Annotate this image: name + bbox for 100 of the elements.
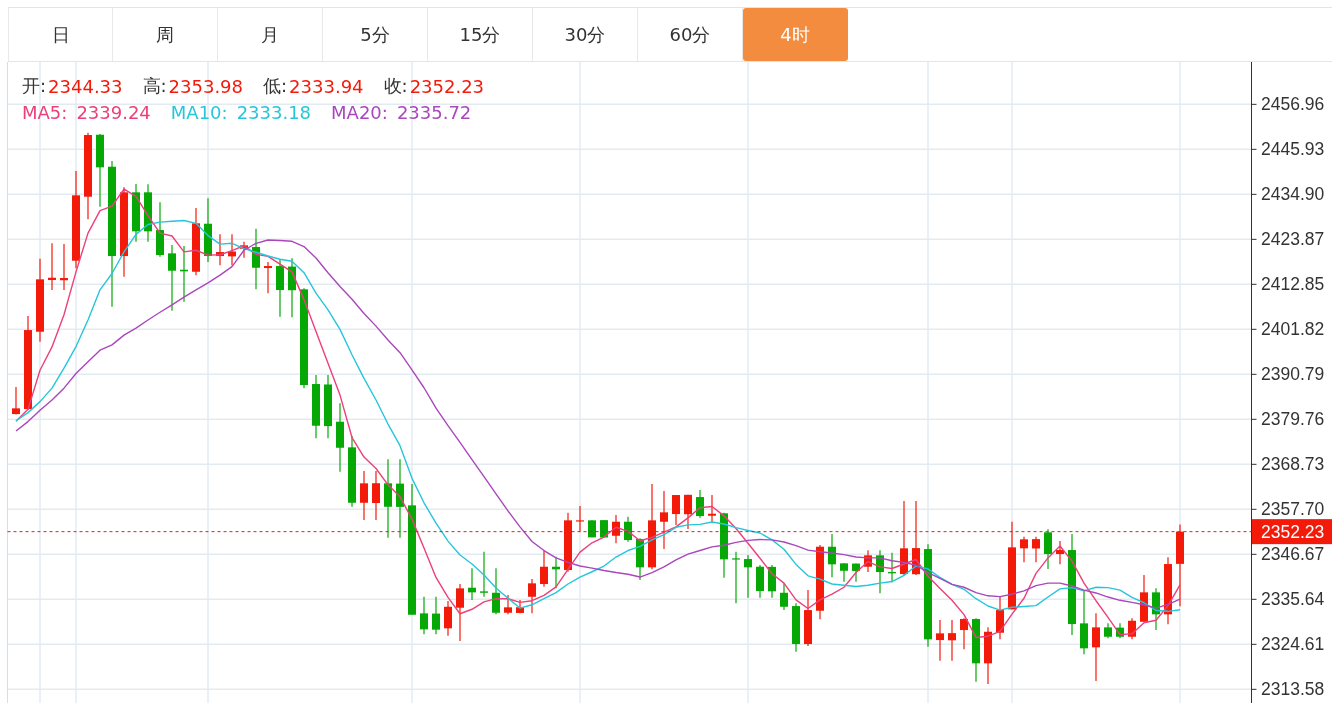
- candle: [660, 490, 668, 550]
- ma-value: 2335.72: [396, 101, 472, 123]
- candle: [768, 564, 776, 599]
- price-value: 2352.23: [409, 75, 485, 97]
- candle: [1116, 622, 1124, 639]
- timeframe-tab[interactable]: 日: [8, 8, 113, 61]
- candle: [228, 233, 236, 266]
- candle: [480, 551, 488, 598]
- candle: [1128, 617, 1136, 640]
- candle: [552, 556, 560, 589]
- axis-label: 2412.85: [1261, 274, 1325, 295]
- ma-value: 2339.24: [76, 101, 151, 123]
- ma-value: 2333.18: [236, 101, 312, 123]
- price-value: 2333.94: [289, 75, 364, 97]
- candle: [1104, 622, 1112, 639]
- candle: [624, 516, 632, 543]
- candle: [708, 494, 716, 523]
- candle: [684, 494, 692, 530]
- candle: [540, 549, 548, 588]
- candle: [516, 599, 524, 614]
- candle: [996, 595, 1004, 640]
- candle: [432, 596, 440, 635]
- candle: [216, 233, 224, 266]
- candle: [1164, 556, 1172, 625]
- candle: [828, 533, 836, 578]
- candle: [672, 494, 680, 526]
- price-label: 低:: [263, 74, 288, 98]
- candle: [984, 626, 992, 685]
- candle: [804, 589, 812, 647]
- candle: [180, 245, 188, 303]
- candle: [144, 183, 152, 243]
- candle: [240, 241, 248, 259]
- candle: [336, 402, 344, 473]
- axis-label: 2390.79: [1261, 364, 1325, 385]
- axis-label: 2379.76: [1261, 409, 1325, 430]
- candle: [792, 602, 800, 653]
- candle: [1044, 528, 1052, 570]
- price-label: 高:: [142, 74, 167, 98]
- price-value: 2353.98: [168, 75, 244, 97]
- candle: [864, 549, 872, 573]
- candle: [252, 228, 260, 290]
- candle: [600, 519, 608, 539]
- candle: [12, 386, 20, 416]
- axis-label: 2456.96: [1261, 94, 1325, 115]
- candle: [636, 537, 644, 581]
- candle: [192, 207, 200, 276]
- price-label: 开:: [22, 74, 47, 98]
- candle: [1152, 587, 1160, 631]
- candle: [588, 519, 596, 538]
- candle: [576, 505, 584, 533]
- candle: [1020, 536, 1028, 563]
- candle: [1092, 612, 1100, 682]
- ma-label: MA5:: [22, 101, 68, 123]
- candle: [444, 600, 452, 637]
- candle: [312, 374, 320, 439]
- candle: [744, 554, 752, 599]
- ma-label: MA10:: [170, 101, 228, 123]
- axis-label: 2445.93: [1261, 139, 1325, 160]
- candle: [504, 594, 512, 615]
- candle: [780, 582, 788, 611]
- axis-label: 2335.64: [1261, 589, 1325, 610]
- candle: [888, 552, 896, 583]
- candle: [420, 596, 428, 635]
- candle: [204, 197, 212, 263]
- candle: [276, 258, 284, 318]
- candle: [492, 567, 500, 615]
- axis-label: 2434.90: [1261, 184, 1325, 205]
- candle: [48, 242, 56, 291]
- candle: [720, 512, 728, 579]
- candle: [732, 551, 740, 604]
- candle: [528, 578, 536, 614]
- candle: [264, 261, 272, 294]
- candle: [948, 619, 956, 662]
- axis-label: 2423.87: [1261, 229, 1325, 250]
- candle: [456, 583, 464, 642]
- candle: [324, 374, 332, 439]
- axis-label: 2368.73: [1261, 454, 1325, 475]
- candle: [168, 244, 176, 312]
- candle: [132, 183, 140, 243]
- axis-label: 2346.67: [1261, 544, 1325, 565]
- ma-label: MA20:: [331, 101, 388, 123]
- candle: [360, 470, 368, 521]
- axis-label: 2313.58: [1261, 679, 1325, 700]
- axis-label: 2324.61: [1261, 634, 1325, 655]
- candle: [1056, 540, 1064, 565]
- price-label: 收:: [383, 74, 408, 98]
- price-tag: 2352.23: [1252, 519, 1332, 545]
- candle: [972, 617, 980, 683]
- candle: [1080, 589, 1088, 655]
- candle: [372, 470, 380, 521]
- candle: [564, 512, 572, 573]
- candle: [156, 201, 164, 258]
- candle: [60, 243, 68, 291]
- candle: [468, 567, 476, 601]
- price-value: 2344.33: [48, 75, 123, 97]
- candle: [1032, 536, 1040, 563]
- axis-label: 2357.70: [1261, 499, 1325, 520]
- candle: [1140, 574, 1148, 623]
- candle: [960, 617, 968, 650]
- candle: [696, 489, 704, 519]
